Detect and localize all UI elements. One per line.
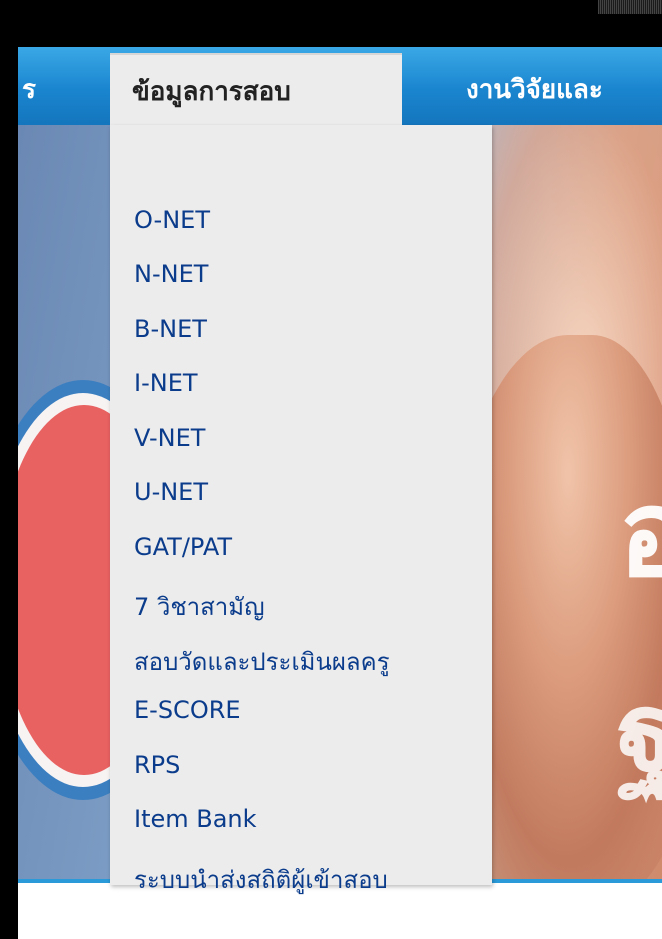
menu-item-gat-pat[interactable]: GAT/PAT [134,533,232,561]
menu-item-rps[interactable]: RPS [134,751,180,779]
nav-item-prev[interactable]: ร [22,69,36,110]
menu-item-unet[interactable]: U-NET [134,478,208,506]
nav-item-exam-info-label: ข้อมูลการสอบ [132,77,291,107]
top-edge [0,0,662,47]
menu-item-inet[interactable]: I-NET [134,369,198,397]
menu-item-teacher-assessment[interactable]: สอบวัดและประเมินผลครู [134,642,390,681]
menu-item-nnet[interactable]: N-NET [134,260,208,288]
main-nav: ร ข้อมูลการสอบ งานวิจัยและ [18,47,662,127]
top-edge-texture [598,0,662,14]
page: ร ข้อมูลการสอบ งานวิจัยและ อ ฐ O-NET N-N… [18,47,662,939]
nav-item-research[interactable]: งานวิจัยและ [466,69,603,110]
menu-item-vnet[interactable]: V-NET [134,424,205,452]
hero-headline: อ [618,465,662,604]
nav-item-exam-info[interactable]: ข้อมูลการสอบ [110,53,402,127]
exam-info-dropdown: O-NET N-NET B-NET I-NET V-NET U-NET GAT/… [110,125,492,894]
menu-item-e-score[interactable]: E-SCORE [134,696,241,724]
menu-item-bnet[interactable]: B-NET [134,315,207,343]
left-edge [0,0,18,939]
menu-item-examinee-stats[interactable]: ระบบนำส่งสถิติผู้เข้าสอบ [134,860,388,899]
menu-item-onet[interactable]: O-NET [134,206,210,234]
hero-subheadline: ฐ [616,668,662,796]
menu-item-7-subjects[interactable]: 7 วิชาสามัญ [134,587,265,626]
screen: ร ข้อมูลการสอบ งานวิจัยและ อ ฐ O-NET N-N… [0,0,662,939]
menu-item-item-bank[interactable]: Item Bank [134,805,257,833]
